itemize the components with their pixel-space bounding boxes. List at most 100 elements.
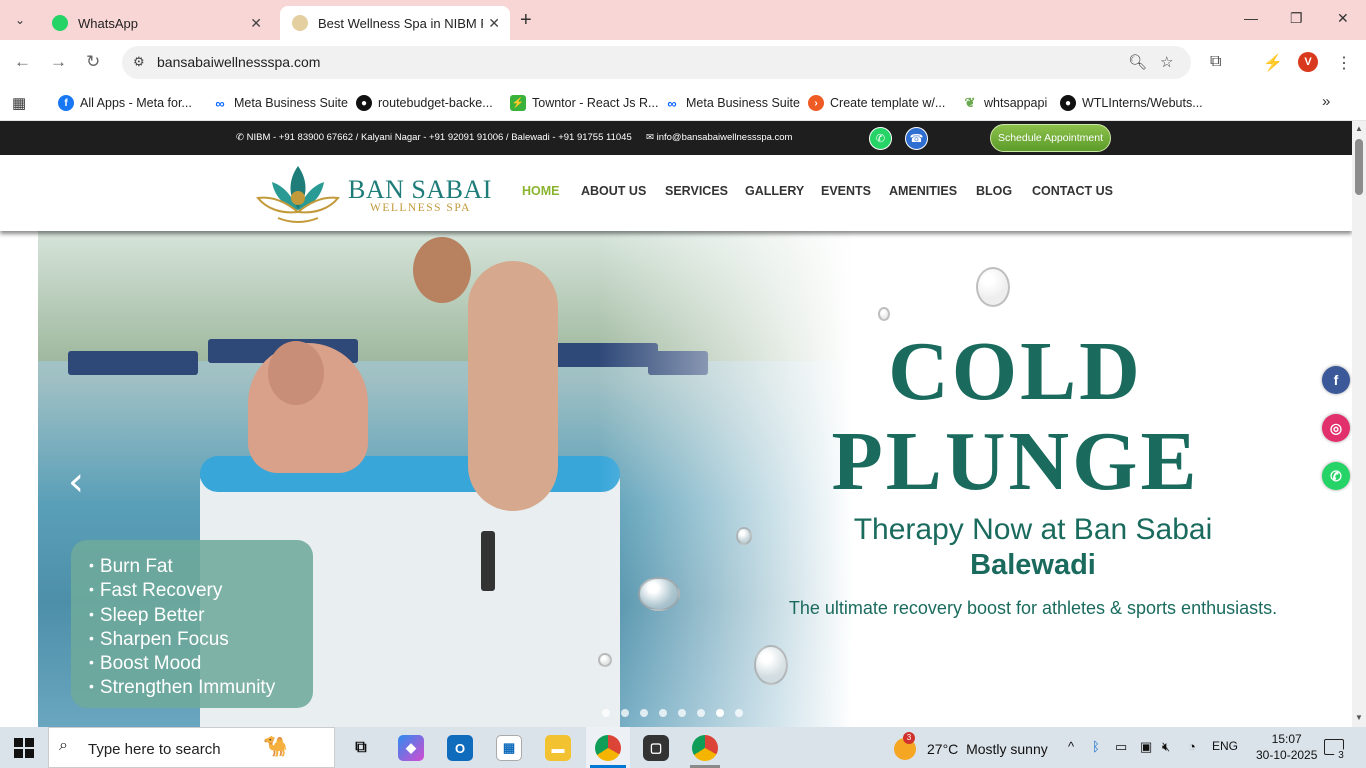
slider-dot[interactable]: [640, 709, 648, 717]
camel-promo-icon[interactable]: 🐪: [263, 734, 288, 759]
zoom-icon[interactable]: 🔍︎: [1128, 53, 1147, 71]
bluetooth-icon[interactable]: ᛒ: [1092, 739, 1100, 754]
nav-contact-us[interactable]: CONTACT US: [1032, 184, 1113, 198]
page-scrollbar[interactable]: ▲ ▼: [1352, 121, 1366, 727]
microsoft-store-icon[interactable]: ▦: [496, 735, 522, 761]
lotus-logo-icon[interactable]: [252, 162, 344, 226]
bookmark-item[interactable]: ❦ whtsappapi: [962, 92, 1048, 114]
bookmark-item[interactable]: f All Apps - Meta for...: [58, 92, 192, 114]
taskbar-search[interactable]: ⌕ Type here to search 🐪: [48, 727, 335, 768]
show-hidden-icons-icon[interactable]: ^: [1068, 739, 1074, 754]
more-menu-icon[interactable]: ⋮: [1336, 53, 1352, 73]
profile-avatar[interactable]: V: [1298, 52, 1318, 72]
meet-now-icon[interactable]: ▣: [1140, 739, 1152, 755]
nav-blog[interactable]: BLOG: [976, 184, 1012, 198]
nav-home[interactable]: HOME: [522, 184, 560, 198]
scroll-down-icon[interactable]: ▼: [1355, 713, 1363, 722]
headline-cold: COLD: [888, 325, 1143, 418]
bookmark-label: Meta Business Suite: [686, 96, 800, 110]
bookmark-item[interactable]: ● WTLInterns/Webuts...: [1060, 92, 1203, 114]
phone-numbers: ✆ NIBM - +91 83900 67662 / Kalyani Nagar…: [236, 132, 632, 143]
reload-button[interactable]: ↻: [86, 52, 100, 72]
instagram-icon[interactable]: ◎: [1322, 414, 1350, 442]
task-view-icon[interactable]: ⧉: [348, 735, 374, 761]
language-indicator[interactable]: ENG: [1212, 739, 1238, 753]
minimize-button[interactable]: —: [1244, 10, 1258, 26]
nav-amenities[interactable]: AMENITIES: [889, 184, 957, 198]
scroll-thumb[interactable]: [1355, 139, 1363, 195]
tab-ban-sabai[interactable]: Best Wellness Spa in NIBM Road ✕: [280, 6, 510, 40]
slider-dot[interactable]: [678, 709, 686, 717]
whatsapp-icon[interactable]: ✆: [1322, 462, 1350, 490]
apps-grid-icon[interactable]: ▦: [12, 94, 26, 112]
site-header: BAN SABAI WELLNESS SPA HOME ABOUT US SER…: [0, 155, 1352, 231]
chrome-v-icon[interactable]: [595, 735, 621, 761]
file-explorer-icon[interactable]: ▬: [545, 735, 571, 761]
bookmark-item[interactable]: ∞ Meta Business Suite: [212, 92, 348, 114]
man-head: [268, 341, 324, 405]
whatsapp-button[interactable]: ✆: [869, 127, 892, 150]
new-tab-button[interactable]: +: [520, 9, 532, 32]
app-window-icon[interactable]: ▢: [643, 735, 669, 761]
clock-time: 15:07: [1271, 732, 1302, 746]
slider-prev-arrow-icon[interactable]: ‹: [68, 459, 84, 505]
call-button[interactable]: ☎: [905, 127, 928, 150]
brand-name[interactable]: BAN SABAI: [348, 175, 492, 205]
whatsapp-icon: [52, 15, 68, 31]
benefit-item: Burn Fat: [89, 554, 313, 578]
slider-dot[interactable]: [659, 709, 667, 717]
tab-title: WhatsApp: [78, 15, 138, 31]
slider-dot[interactable]: [602, 709, 610, 717]
address-bar[interactable]: ⚙ bansabaiwellnessspa.com 🔍︎ ☆: [122, 46, 1191, 79]
more-bookmarks-icon[interactable]: »: [1322, 93, 1330, 110]
email-text: info@bansabaiwellnessspa.com: [656, 132, 793, 143]
clock[interactable]: 15:07 30-10-2025: [1256, 731, 1317, 763]
forward-button[interactable]: →: [50, 52, 67, 72]
site-info-icon[interactable]: ⚙: [133, 54, 145, 70]
bookmark-star-icon[interactable]: ☆: [1160, 53, 1173, 71]
restore-button[interactable]: ❐: [1290, 10, 1303, 27]
location-text: Balewadi: [970, 549, 1096, 581]
nav-gallery[interactable]: GALLERY: [745, 184, 804, 198]
weather-widget[interactable]: 3 27°C Mostly sunny: [894, 732, 1048, 760]
facebook-icon[interactable]: f: [1322, 366, 1350, 394]
search-placeholder: Type here to search: [88, 741, 221, 758]
close-tab-icon[interactable]: ✕: [488, 15, 500, 32]
close-tab-icon[interactable]: ✕: [250, 15, 262, 32]
benefit-item: Fast Recovery: [89, 578, 313, 602]
volume-muted-icon[interactable]: 🔇︎: [1162, 739, 1170, 755]
scroll-up-icon[interactable]: ▲: [1355, 124, 1363, 133]
nav-events[interactable]: EVENTS: [821, 184, 871, 198]
page-viewport: ✆ NIBM - +91 83900 67662 / Kalyani Nagar…: [0, 121, 1352, 727]
back-button[interactable]: ←: [14, 52, 31, 72]
tab-whatsapp[interactable]: WhatsApp ✕: [40, 6, 272, 40]
copilot-icon[interactable]: ◆: [398, 735, 424, 761]
bookmark-item[interactable]: ⚡ Towntor - React Js R...: [510, 92, 658, 114]
wifi-icon[interactable]: ◔: [1188, 739, 1196, 754]
towntor-icon: ⚡: [510, 95, 526, 111]
woman-figure: [468, 261, 558, 511]
tab-search-button[interactable]: ⌄: [8, 8, 32, 32]
bookmark-item[interactable]: ● routebudget-backe...: [356, 92, 493, 114]
email-link[interactable]: ✉ info@bansabaiwellnessspa.com: [646, 132, 792, 143]
water-drop: [976, 267, 1010, 307]
bookmark-item[interactable]: › Create template w/...: [808, 92, 945, 114]
nav-about-us[interactable]: ABOUT US: [581, 184, 646, 198]
slider-dot[interactable]: [621, 709, 629, 717]
close-window-button[interactable]: ✕: [1337, 10, 1349, 27]
chrome-s-icon[interactable]: [692, 735, 718, 761]
slider-dot[interactable]: [735, 709, 743, 717]
performance-icon[interactable]: ⚡: [1263, 53, 1283, 73]
slider-dot-active[interactable]: [716, 709, 724, 717]
bookmark-label: Meta Business Suite: [234, 96, 348, 110]
nav-services[interactable]: SERVICES: [665, 184, 728, 198]
extensions-icon[interactable]: ⧉: [1210, 53, 1221, 71]
slider-dot[interactable]: [697, 709, 705, 717]
benefit-item: Sharpen Focus: [89, 627, 313, 651]
schedule-appointment-button[interactable]: Schedule Appointment: [990, 124, 1111, 152]
windows-taskbar: ⌕ Type here to search 🐪 ⧉ ◆ O ▦ ▬ ▢ 3 27…: [0, 727, 1366, 768]
windows-start-icon[interactable]: [14, 738, 34, 758]
bookmark-item[interactable]: ∞ Meta Business Suite: [664, 92, 800, 114]
battery-icon[interactable]: ▭: [1115, 739, 1127, 755]
outlook-icon[interactable]: O: [447, 735, 473, 761]
